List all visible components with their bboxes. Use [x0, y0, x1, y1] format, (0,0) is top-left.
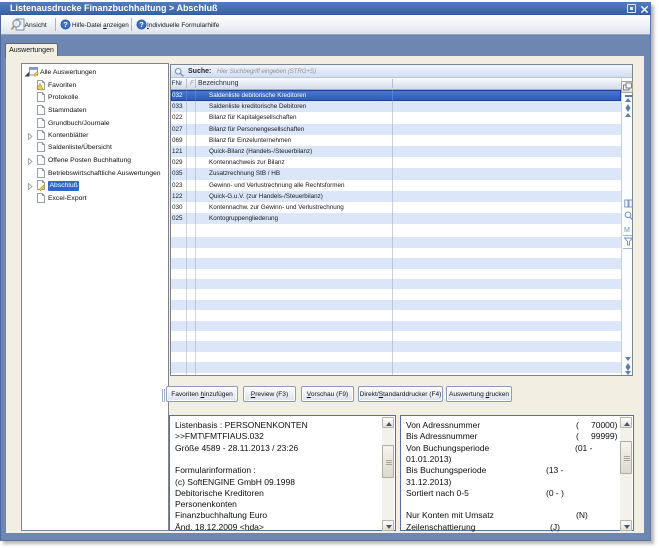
svg-text:?: ? — [63, 20, 68, 29]
svg-text:M: M — [624, 227, 630, 234]
svg-text:?: ? — [139, 20, 144, 29]
